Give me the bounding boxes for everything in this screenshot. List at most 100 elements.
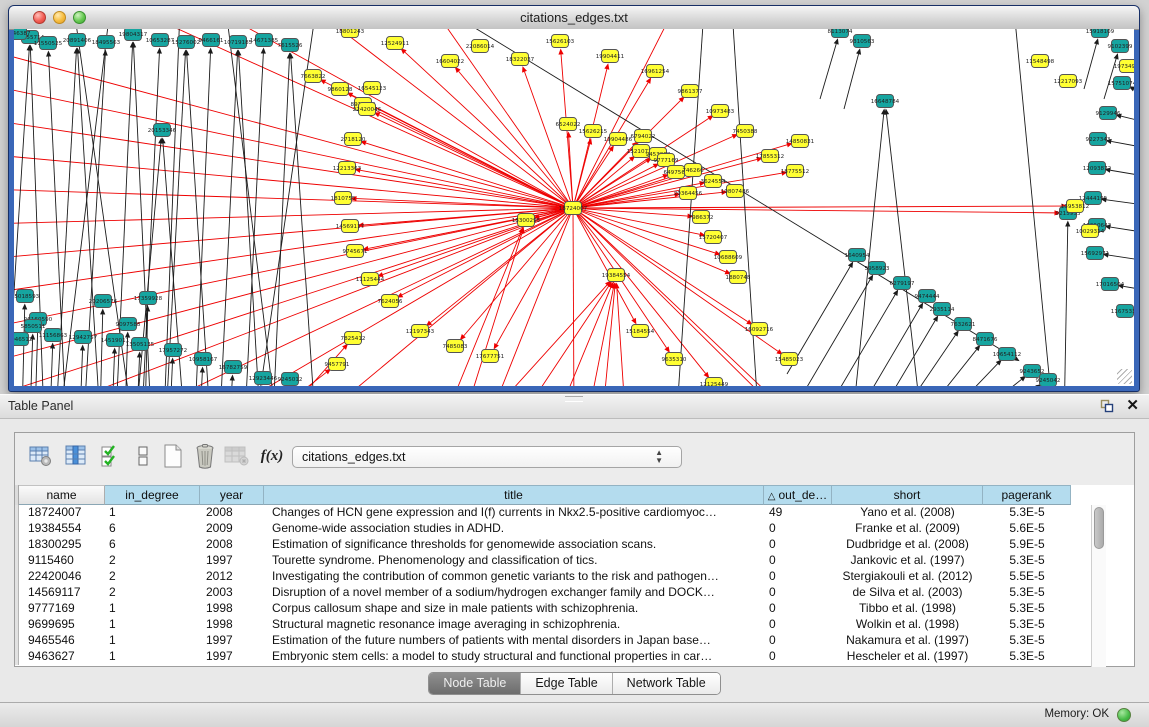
cell-short[interactable]: Hescheler et al. (1997) xyxy=(832,649,983,665)
cell-year[interactable]: 2008 xyxy=(200,537,264,553)
scrollbar-thumb[interactable] xyxy=(1094,507,1104,549)
cell-out_de[interactable]: 0 xyxy=(764,537,832,553)
cell-year[interactable]: 1997 xyxy=(200,633,264,649)
cell-name[interactable]: 9115460 xyxy=(19,553,105,569)
cell-in_degree[interactable]: 6 xyxy=(105,521,200,537)
cell-name[interactable]: 18300295 xyxy=(19,537,105,553)
column-header-in_degree[interactable]: in_degree xyxy=(105,485,200,505)
cell-year[interactable]: 1998 xyxy=(200,617,264,633)
cell-title[interactable]: Estimation of the future numbers of pati… xyxy=(264,633,764,649)
cell-short[interactable]: Tibbo et al. (1998) xyxy=(832,601,983,617)
splitter-handle[interactable] xyxy=(565,396,583,402)
cell-title[interactable]: Corpus callosum shape and size in male p… xyxy=(264,601,764,617)
cell-pagerank[interactable]: 5.3E-5 xyxy=(983,505,1071,521)
cell-pagerank[interactable]: 5.3E-5 xyxy=(983,585,1071,601)
cell-title[interactable]: Disruption of a novel member of a sodium… xyxy=(264,585,764,601)
cell-short[interactable]: Stergiakouli et al. (2012) xyxy=(832,569,983,585)
cell-out_de[interactable]: 0 xyxy=(764,585,832,601)
cell-short[interactable]: Jankovic et al. (1997) xyxy=(832,553,983,569)
cell-in_degree[interactable]: 1 xyxy=(105,633,200,649)
cell-title[interactable]: Tourette syndrome. Phenomenology and cla… xyxy=(264,553,764,569)
cell-name[interactable]: 9777169 xyxy=(19,601,105,617)
cell-pagerank[interactable]: 5.3E-5 xyxy=(983,553,1071,569)
cell-title[interactable]: Changes of HCN gene expression and I(f) … xyxy=(264,505,764,521)
cell-out_de[interactable]: 0 xyxy=(764,521,832,537)
cell-out_de[interactable]: 0 xyxy=(764,553,832,569)
cell-in_degree[interactable]: 1 xyxy=(105,601,200,617)
cell-in_degree[interactable]: 1 xyxy=(105,649,200,665)
cell-pagerank[interactable]: 5.3E-5 xyxy=(983,601,1071,617)
cell-name[interactable]: 18724007 xyxy=(19,505,105,521)
table-row[interactable]: 1938455462009Genome-wide association stu… xyxy=(15,521,1075,537)
cell-year[interactable]: 2012 xyxy=(200,569,264,585)
cell-short[interactable]: de Silva et al. (2003) xyxy=(832,585,983,601)
cell-short[interactable]: Yano et al. (2008) xyxy=(832,505,983,521)
table-row[interactable]: 911546021997Tourette syndrome. Phenomeno… xyxy=(15,553,1075,569)
cell-name[interactable]: 19384554 xyxy=(19,521,105,537)
cell-pagerank[interactable]: 5.9E-5 xyxy=(983,537,1071,553)
cell-title[interactable]: Structural magnetic resonance image aver… xyxy=(264,617,764,633)
cell-out_de[interactable]: 0 xyxy=(764,569,832,585)
column-header-name[interactable]: name xyxy=(19,485,105,505)
table-row[interactable]: 977716911998Corpus callosum shape and si… xyxy=(15,601,1075,617)
table-row[interactable]: 946362711997Embryonic stem cells: a mode… xyxy=(15,649,1075,665)
cell-out_de[interactable]: 0 xyxy=(764,649,832,665)
cell-name[interactable]: 22420046 xyxy=(19,569,105,585)
table-row[interactable]: 1872400712008Changes of HCN gene express… xyxy=(15,505,1075,521)
cell-short[interactable]: Franke et al. (2009) xyxy=(832,521,983,537)
cell-title[interactable]: Embryonic stem cells: a model to study s… xyxy=(264,649,764,665)
cell-short[interactable]: Wolkin et al. (1998) xyxy=(832,617,983,633)
column-header-year[interactable]: year xyxy=(200,485,264,505)
cell-year[interactable]: 2008 xyxy=(200,505,264,521)
cell-year[interactable]: 1997 xyxy=(200,649,264,665)
column-header-pagerank[interactable]: pagerank xyxy=(983,485,1071,505)
cell-in_degree[interactable]: 1 xyxy=(105,617,200,633)
delete-column-button[interactable] xyxy=(191,441,219,471)
cell-in_degree[interactable]: 2 xyxy=(105,553,200,569)
create-column-button[interactable] xyxy=(159,441,187,471)
tab-node-table[interactable]: Node Table xyxy=(429,673,521,694)
minimize-window-button[interactable] xyxy=(53,11,66,24)
cell-name[interactable]: 9465546 xyxy=(19,633,105,649)
close-panel-icon[interactable]: ✕ xyxy=(1126,398,1139,414)
cell-year[interactable]: 2009 xyxy=(200,521,264,537)
cell-title[interactable]: Estimation of significance thresholds fo… xyxy=(264,537,764,553)
table-row[interactable]: 2242004622012Investigating the contribut… xyxy=(15,569,1075,585)
cell-out_de[interactable]: 0 xyxy=(764,633,832,649)
table-row[interactable]: 946554611997Estimation of the future num… xyxy=(15,633,1075,649)
cell-out_de[interactable]: 49 xyxy=(764,505,832,521)
cell-year[interactable]: 1997 xyxy=(200,553,264,569)
cell-in_degree[interactable]: 2 xyxy=(105,585,200,601)
column-visibility-button[interactable] xyxy=(62,441,90,471)
column-header-short[interactable]: short xyxy=(832,485,983,505)
cell-title[interactable]: Investigating the contribution of common… xyxy=(264,569,764,585)
cell-title[interactable]: Genome-wide association studies in ADHD. xyxy=(264,521,764,537)
column-header-out_de[interactable]: △out_de… xyxy=(764,485,832,505)
cell-in_degree[interactable]: 6 xyxy=(105,537,200,553)
cell-pagerank[interactable]: 5.3E-5 xyxy=(983,617,1071,633)
column-header-title[interactable]: title xyxy=(264,485,764,505)
float-panel-icon[interactable] xyxy=(1100,399,1114,413)
function-builder-button[interactable]: f(x) xyxy=(258,441,286,471)
close-window-button[interactable] xyxy=(33,11,46,24)
cell-short[interactable]: Nakamura et al. (1997) xyxy=(832,633,983,649)
network-canvas[interactable]: 1405571411550525208914061849556319804317… xyxy=(14,29,1134,386)
cell-in_degree[interactable]: 2 xyxy=(105,569,200,585)
table-row[interactable]: 969969511998Structural magnetic resonanc… xyxy=(15,617,1075,633)
cell-name[interactable]: 9699695 xyxy=(19,617,105,633)
zoom-window-button[interactable] xyxy=(73,11,86,24)
table-chooser-dropdown[interactable]: citations_edges.txt ▲▼ xyxy=(292,446,682,468)
table-row[interactable]: 1456911722003Disruption of a novel membe… xyxy=(15,585,1075,601)
row-height-button[interactable] xyxy=(129,441,157,471)
cell-name[interactable]: 14569117 xyxy=(19,585,105,601)
cell-short[interactable]: Dudbridge et al. (2008) xyxy=(832,537,983,553)
tab-network-table[interactable]: Network Table xyxy=(613,673,720,694)
cell-pagerank[interactable]: 5.3E-5 xyxy=(983,649,1071,665)
tab-edge-table[interactable]: Edge Table xyxy=(521,673,612,694)
cell-in_degree[interactable]: 1 xyxy=(105,505,200,521)
table-vertical-scrollbar[interactable] xyxy=(1091,505,1106,667)
column-select-button[interactable] xyxy=(97,441,125,471)
table-settings-button[interactable] xyxy=(27,441,55,471)
resize-grip-icon[interactable] xyxy=(1117,369,1132,384)
cell-out_de[interactable]: 0 xyxy=(764,617,832,633)
